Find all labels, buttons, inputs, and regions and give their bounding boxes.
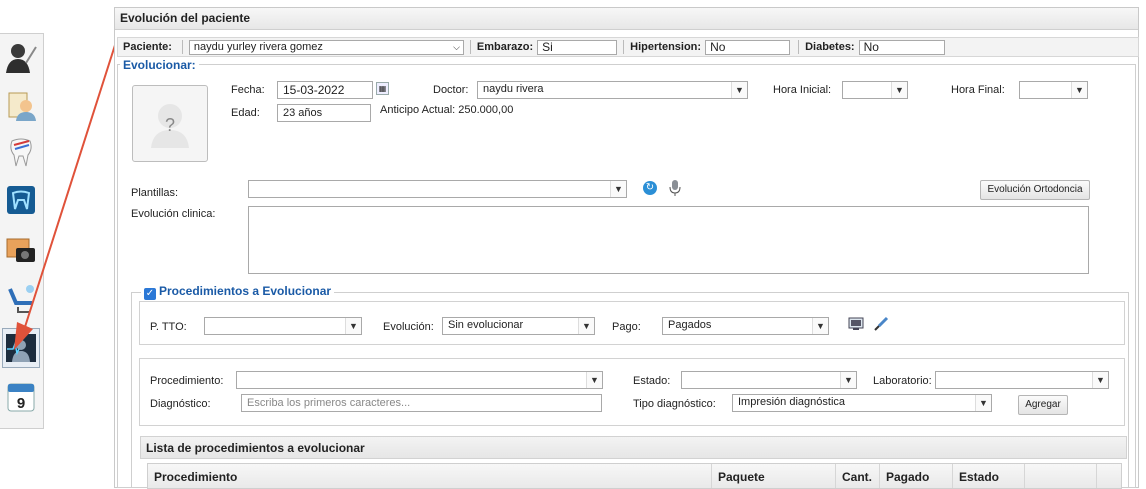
tooth-icon[interactable] [2, 132, 40, 172]
estado-select[interactable]: ▼ [681, 371, 857, 389]
hora-final-select[interactable]: ▼ [1019, 81, 1088, 99]
doctor-icon[interactable] [2, 38, 40, 78]
pago-select[interactable]: Pagados ▼ [662, 317, 829, 335]
chevron-down-icon: ▼ [731, 82, 747, 98]
placeholder-avatar-icon: ? [151, 103, 189, 148]
edad-input[interactable]: 23 años [277, 104, 371, 122]
agregar-button[interactable]: Agregar [1018, 395, 1068, 415]
microphone-icon[interactable] [669, 179, 681, 200]
patient-label: Paciente: [123, 41, 172, 53]
hora-inicial-select[interactable]: ▼ [842, 81, 908, 99]
patient-bar: Paciente: naydu yurley rivera gomez ⌵ Em… [117, 37, 1139, 57]
column-header-cant[interactable]: Cant. [836, 464, 880, 488]
document-list-icon[interactable] [848, 317, 864, 334]
chevron-down-icon: ▼ [840, 372, 856, 388]
chevron-down-icon: ▼ [891, 82, 907, 98]
patient-photo: ? [132, 85, 208, 162]
plantillas-label: Plantillas: [131, 187, 179, 199]
left-toolbar: 9 [0, 33, 44, 429]
hipertension-field[interactable]: No [705, 39, 791, 55]
edad-label: Edad: [231, 107, 260, 119]
dental-chair-icon[interactable] [2, 278, 40, 318]
calendar-picker-icon[interactable]: ▦ [376, 82, 389, 95]
procedimiento-select[interactable]: ▼ [236, 371, 603, 389]
pago-value: Pagados [668, 319, 712, 331]
patient-select[interactable]: naydu yurley rivera gomez ⌵ [188, 39, 464, 55]
doctor-value: naydu rivera [483, 83, 544, 95]
evolution-panel: Evolución del paciente Paciente: naydu y… [114, 7, 1139, 489]
chevron-down-icon: ▼ [586, 372, 602, 388]
anticipo-text: Anticipo Actual: 250.000,00 [380, 104, 514, 116]
evolucion-clinica-textarea[interactable] [248, 206, 1089, 274]
procedimiento-label: Procedimiento: [150, 375, 224, 387]
evolucion-select[interactable]: Sin evolucionar ▼ [442, 317, 595, 335]
hipertension-label: Hipertension: [630, 41, 702, 53]
estado-label: Estado: [633, 375, 671, 387]
odontogram-icon[interactable] [2, 180, 40, 220]
photo-camera-icon[interactable] [2, 230, 40, 270]
embarazo-label: Embarazo: [476, 41, 534, 53]
chevron-down-icon: ▼ [610, 181, 626, 197]
chevron-down-icon: ▼ [1071, 82, 1087, 98]
evolution-monitor-icon[interactable] [2, 328, 40, 368]
fecha-input[interactable]: 15-03-2022 [277, 81, 373, 99]
calendar-icon[interactable]: 9 [2, 377, 40, 417]
column-header-paquete[interactable]: Paquete [712, 464, 836, 488]
column-header-pagado[interactable]: Pagado [880, 464, 953, 488]
hora-final-label: Hora Final: [951, 84, 1005, 96]
evolucion-clinica-label: Evolución clinica: [131, 208, 216, 220]
evolucion-ortodoncia-button[interactable]: Evolución Ortodoncia [980, 180, 1090, 200]
embarazo-field[interactable]: Si [537, 39, 618, 55]
refresh-icon[interactable]: ↻ [643, 181, 657, 195]
fecha-label: Fecha: [231, 84, 265, 96]
evolucionar-legend: Evolucionar: [120, 58, 199, 72]
calendar-day: 9 [17, 395, 25, 412]
lista-title: Lista de procedimientos a evolucionar [140, 436, 1127, 459]
laboratorio-select[interactable]: ▼ [935, 371, 1109, 389]
column-header-empty [1025, 464, 1097, 488]
chevron-down-icon: ▼ [975, 395, 991, 411]
pago-label: Pago: [612, 321, 641, 333]
doctor-select[interactable]: naydu rivera ▼ [477, 81, 748, 99]
patient-file-icon[interactable] [2, 86, 40, 126]
ptto-label: P. TTO: [150, 321, 187, 333]
chevron-down-icon: ▼ [812, 318, 828, 334]
diagnostico-input[interactable]: Escriba los primeros caracteres... [241, 394, 602, 412]
patient-value: naydu yurley rivera gomez [193, 40, 323, 53]
brush-icon[interactable] [873, 316, 889, 335]
diabetes-field[interactable]: No [858, 39, 945, 55]
procedimientos-legend[interactable]: ✓ Procedimientos a Evolucionar [141, 284, 335, 300]
ptto-select[interactable]: ▼ [204, 317, 362, 335]
panel-title: Evolución del paciente [115, 8, 1138, 30]
tipo-diagnostico-label: Tipo diagnóstico: [633, 398, 716, 410]
column-header-estado[interactable]: Estado [953, 464, 1025, 488]
plantillas-select[interactable]: ▼ [248, 180, 627, 198]
svg-text:?: ? [165, 115, 175, 135]
procedimientos-checkbox[interactable]: ✓ [144, 288, 156, 300]
table-header-row: Procedimiento Paquete Cant. Pagado Estad… [147, 463, 1122, 489]
chevron-down-icon: ▼ [1092, 372, 1108, 388]
chevron-down-icon: ▼ [578, 318, 594, 334]
evolucion-value: Sin evolucionar [448, 319, 524, 331]
chevron-down-icon: ⌵ [453, 41, 460, 52]
diagnostico-label: Diagnóstico: [150, 398, 211, 410]
doctor-label: Doctor: [433, 84, 469, 96]
add-procedure-box [139, 358, 1125, 426]
diabetes-label: Diabetes: [805, 41, 855, 53]
column-header-procedimiento[interactable]: Procedimiento [148, 464, 712, 488]
evolucion-label: Evolución: [383, 321, 434, 333]
laboratorio-label: Laboratorio: [873, 375, 932, 387]
tipo-diagnostico-select[interactable]: Impresión diagnóstica ▼ [732, 394, 992, 412]
tipo-diagnostico-value: Impresión diagnóstica [738, 396, 846, 408]
chevron-down-icon: ▼ [345, 318, 361, 334]
hora-inicial-label: Hora Inicial: [773, 84, 832, 96]
